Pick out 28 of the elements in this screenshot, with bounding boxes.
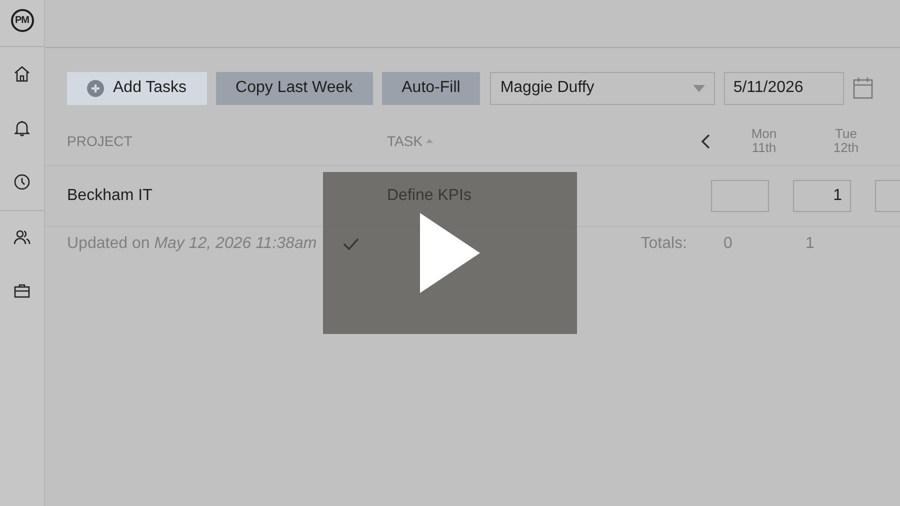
hours-field[interactable] [711,180,769,212]
people-icon[interactable] [13,228,31,246]
video-overlay[interactable] [323,172,577,334]
dropdown-caret-icon [693,84,706,92]
day-label: Tue [834,127,858,141]
previous-week-icon[interactable] [700,134,710,148]
plus-circle-icon [87,80,104,96]
toolbar-button[interactable]: Auto-Fill [382,72,480,104]
project-name: Beckham IT [67,187,154,205]
day-label: Mon [750,127,778,141]
add-tasks-button[interactable]: Add Tasks [67,72,207,104]
hours-field[interactable]: 1 [793,180,851,212]
toolbar-button[interactable]: Copy Last Week [216,72,373,104]
clock-icon[interactable] [13,173,31,191]
home-icon[interactable] [13,65,31,83]
totals-label: Totals: [640,235,687,253]
date-label: 11th [750,141,778,155]
date-field[interactable]: 5/11/2026 [724,72,844,104]
bell-icon[interactable] [13,119,31,137]
date-label: 12th [832,141,860,155]
briefcase-icon[interactable] [13,282,31,300]
updated-text: Updated on May 12, 2026 11:38am [67,235,318,253]
play-icon[interactable] [420,213,480,293]
total-value: 1 [804,235,816,253]
logo[interactable]: PM [10,9,34,32]
employee-select[interactable]: Maggie Duffy [490,72,716,104]
total-value: 0 [722,235,734,253]
column-header: PROJECT [67,133,134,149]
